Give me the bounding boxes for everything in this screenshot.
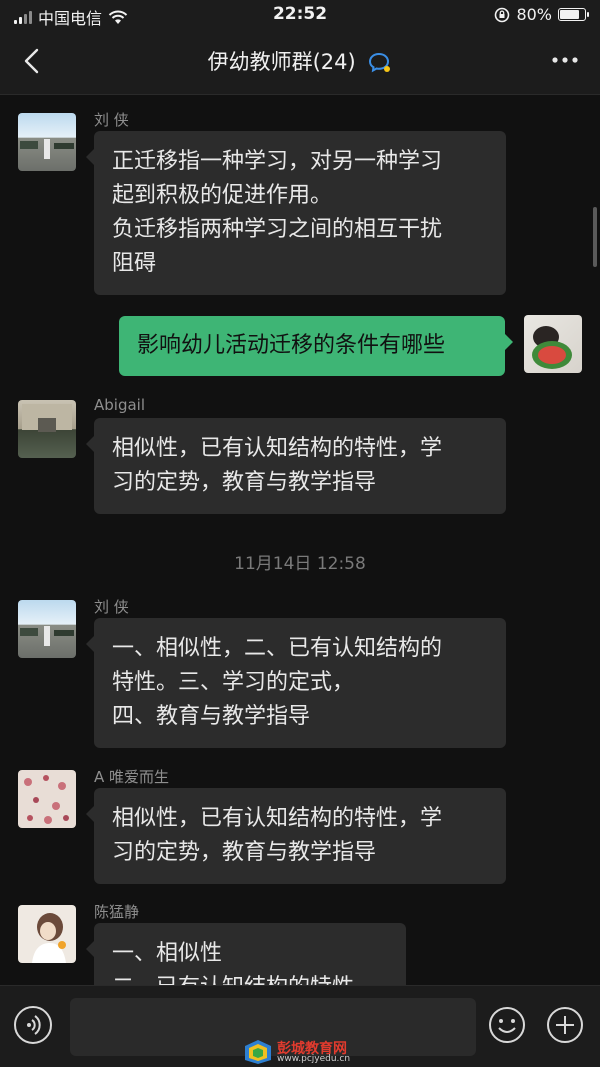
watermark: 彭城教育网 www.pcjyedu.cn bbox=[243, 1038, 373, 1064]
status-bar: 中国电信 22:52 80% bbox=[0, 0, 600, 30]
avatar[interactable] bbox=[18, 770, 76, 828]
plus-icon[interactable] bbox=[546, 1006, 584, 1044]
message-bubble[interactable]: 一、相似性 二、已有认知结构的特性 bbox=[86, 923, 406, 985]
more-icon[interactable] bbox=[550, 50, 580, 70]
message-item: 刘 侠 正迁移指一种学习，对另一种学习 起到积极的促进作用。 负迁移指两种学习之… bbox=[0, 111, 600, 295]
message-item: Abigail 相似性，已有认知结构的特性，学 习的定势，教育与教学指导 bbox=[0, 396, 600, 520]
nav-bar: 伊幼教师群(24) bbox=[0, 30, 600, 95]
message-bubble[interactable]: 影响幼儿活动迁移的条件有哪些 bbox=[119, 316, 513, 376]
chat-area[interactable]: 刘 侠 正迁移指一种学习，对另一种学习 起到积极的促进作用。 负迁移指两种学习之… bbox=[0, 95, 600, 985]
avatar[interactable] bbox=[18, 113, 76, 171]
message-item: 陈猛静 一、相似性 二、已有认知结构的特性 bbox=[0, 903, 600, 985]
message-bubble[interactable]: 相似性，已有认知结构的特性，学 习的定势，教育与教学指导 bbox=[86, 788, 506, 884]
sender-name: Abigail bbox=[94, 396, 145, 414]
chat-title: 伊幼教师群(24) bbox=[0, 46, 600, 76]
avatar[interactable] bbox=[18, 905, 76, 963]
avatar[interactable] bbox=[18, 400, 76, 458]
message-bubble[interactable]: 相似性，已有认知结构的特性，学 习的定势，教育与教学指导 bbox=[86, 418, 506, 514]
rotation-lock-icon bbox=[495, 7, 510, 22]
sender-name: 陈猛静 bbox=[94, 903, 140, 921]
message-bubble[interactable]: 正迁移指一种学习，对另一种学习 起到积极的促进作用。 负迁移指两种学习之间的相互… bbox=[86, 131, 506, 295]
timestamp: 11月14日 12:58 bbox=[234, 554, 366, 574]
sender-name: A 唯爱而生 bbox=[94, 768, 170, 786]
message-item: A 唯爱而生 相似性，已有认知结构的特性，学 习的定势，教育与教学指导 bbox=[0, 768, 600, 890]
avatar[interactable] bbox=[18, 600, 76, 658]
battery-percent: 80% bbox=[516, 5, 552, 24]
battery-fill bbox=[560, 10, 579, 19]
watermark-url: www.pcjyedu.cn bbox=[277, 1054, 351, 1064]
sender-name: 刘 侠 bbox=[94, 598, 129, 616]
avatar[interactable] bbox=[524, 315, 582, 373]
message-item: 刘 侠 一、相似性，二、已有认知结构的 特性。三、学习的定式， 四、教育与教学指… bbox=[0, 598, 600, 750]
emoji-icon[interactable] bbox=[488, 1006, 526, 1044]
message-item: 影响幼儿活动迁移的条件有哪些 bbox=[0, 315, 600, 377]
voice-input-button[interactable] bbox=[14, 1006, 52, 1044]
group-badge-icon bbox=[369, 52, 391, 73]
message-bubble[interactable]: 一、相似性，二、已有认知结构的 特性。三、学习的定式， 四、教育与教学指导 bbox=[86, 618, 506, 748]
sender-name: 刘 侠 bbox=[94, 111, 129, 129]
battery-icon bbox=[558, 8, 589, 21]
group-name: 伊幼教师群(24) bbox=[207, 50, 356, 74]
status-right: 80% bbox=[494, 5, 589, 24]
watermark-logo-icon bbox=[245, 1040, 271, 1064]
voice-icon bbox=[27, 1015, 41, 1035]
